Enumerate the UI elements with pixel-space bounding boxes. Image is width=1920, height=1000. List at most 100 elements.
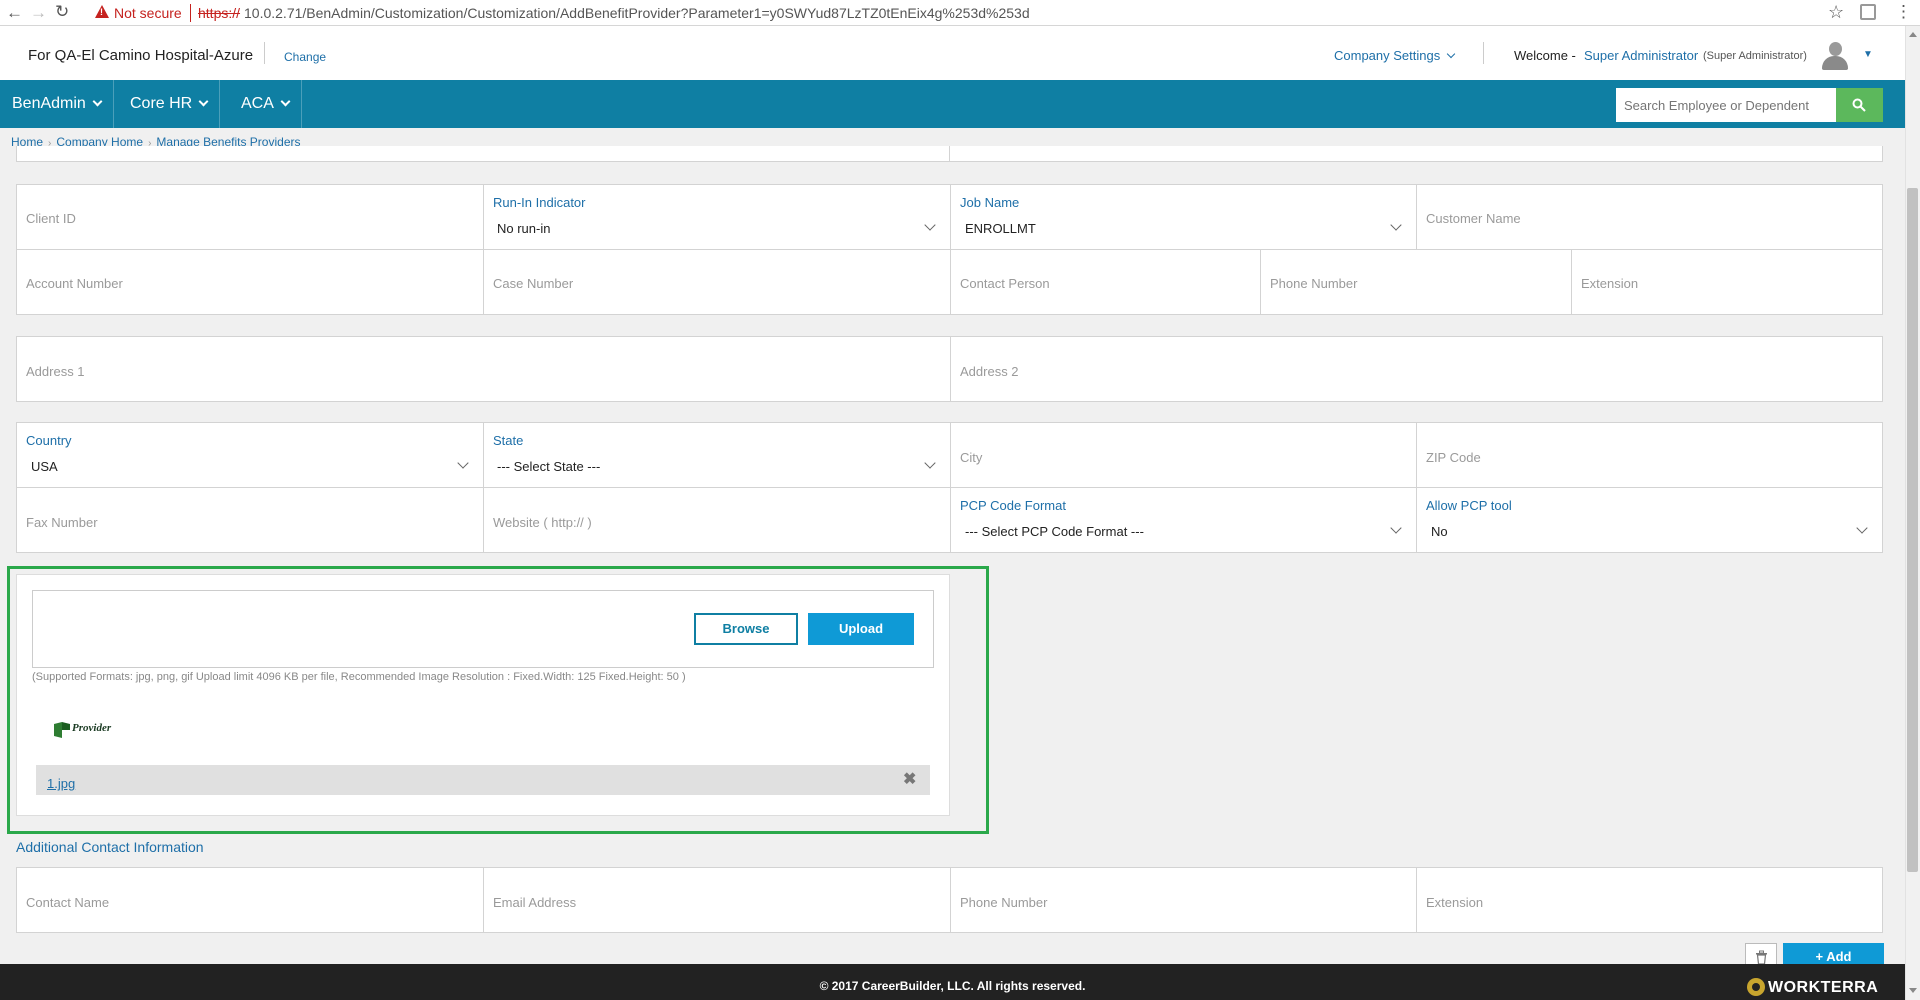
chevron-down-icon bbox=[92, 96, 103, 107]
search-input[interactable] bbox=[1616, 88, 1836, 122]
company-name: For QA-El Camino Hospital-Azure bbox=[28, 47, 254, 64]
allow-pcp-tool-select[interactable]: Allow PCP tool No bbox=[1416, 487, 1883, 553]
user-name-link[interactable]: Super Administrator bbox=[1584, 48, 1698, 63]
chevron-down-icon bbox=[1390, 219, 1402, 231]
job-name-select[interactable]: Job Name ENROLLMT bbox=[950, 184, 1417, 250]
email-address-placeholder: Email Address bbox=[493, 895, 577, 910]
extension-field[interactable]: Extension bbox=[1571, 249, 1883, 315]
search-button[interactable] bbox=[1836, 88, 1883, 122]
menu-icon[interactable]: ⋮ bbox=[1895, 2, 1912, 22]
zip-code-field[interactable]: ZIP Code bbox=[1416, 422, 1883, 488]
contact-name-field[interactable]: Contact Name bbox=[16, 867, 484, 933]
nav-label: Core HR bbox=[130, 95, 193, 112]
contact-name-placeholder: Contact Name bbox=[26, 895, 110, 910]
change-company-link[interactable]: Change bbox=[284, 50, 326, 64]
run-in-indicator-select[interactable]: Run-In Indicator No run-in bbox=[483, 184, 951, 250]
scroll-down-icon[interactable] bbox=[1909, 988, 1917, 993]
additional-contact-title: Additional Contact Information bbox=[16, 839, 204, 855]
job-name-value: ENROLLMT bbox=[965, 221, 1036, 236]
provider-logo-text: Provider bbox=[72, 722, 112, 734]
fax-number-placeholder: Fax Number bbox=[26, 515, 98, 530]
chevron-down-icon bbox=[924, 219, 936, 231]
state-label: State bbox=[493, 433, 524, 448]
email-address-field[interactable]: Email Address bbox=[483, 867, 951, 933]
pcp-code-format-select[interactable]: PCP Code Format --- Select PCP Code Forma… bbox=[950, 487, 1417, 553]
phone-number-field[interactable]: Phone Number bbox=[1260, 249, 1572, 315]
address2-placeholder: Address 2 bbox=[960, 364, 1019, 379]
contact-person-field[interactable]: Contact Person bbox=[950, 249, 1261, 315]
case-number-field[interactable]: Case Number bbox=[483, 249, 951, 315]
url-text[interactable]: 10.0.2.71/BenAdmin/Customization/Customi… bbox=[244, 5, 1030, 21]
header-divider bbox=[264, 42, 265, 64]
upload-button[interactable]: Upload bbox=[808, 613, 914, 645]
city-field[interactable]: City bbox=[950, 422, 1417, 488]
nav-label: BenAdmin bbox=[12, 95, 86, 112]
chevron-down-icon bbox=[457, 457, 469, 469]
star-icon[interactable]: ☆ bbox=[1828, 2, 1844, 23]
fax-number-field[interactable]: Fax Number bbox=[16, 487, 484, 553]
city-placeholder: City bbox=[960, 450, 983, 465]
contact-extension-field[interactable]: Extension bbox=[1416, 867, 1883, 933]
run-in-label: Run-In Indicator bbox=[493, 195, 586, 210]
not-secure-label[interactable]: Not secure bbox=[114, 5, 182, 21]
chevron-down-icon bbox=[1446, 49, 1456, 59]
zip-code-placeholder: ZIP Code bbox=[1426, 450, 1481, 465]
back-icon[interactable]: ← bbox=[6, 3, 23, 23]
client-id-placeholder: Client ID bbox=[26, 211, 76, 226]
run-in-value: No run-in bbox=[497, 221, 551, 236]
forward-icon[interactable]: → bbox=[30, 3, 47, 23]
customer-name-placeholder: Customer Name bbox=[1426, 211, 1521, 226]
country-label: Country bbox=[26, 433, 72, 448]
nav-aca[interactable]: ACA bbox=[229, 80, 302, 128]
website-field[interactable]: Website ( http:// ) bbox=[483, 487, 951, 553]
header-divider bbox=[1483, 42, 1484, 64]
contact-phone-placeholder: Phone Number bbox=[960, 895, 1048, 910]
url-divider bbox=[190, 4, 191, 22]
allow-pcp-label: Allow PCP tool bbox=[1426, 498, 1512, 513]
extension-placeholder: Extension bbox=[1581, 276, 1639, 291]
state-value: --- Select State --- bbox=[497, 459, 601, 474]
job-name-label: Job Name bbox=[960, 195, 1020, 210]
country-select[interactable]: Country USA bbox=[16, 422, 484, 488]
file-drop-area[interactable] bbox=[32, 590, 934, 668]
chevron-down-icon bbox=[280, 96, 291, 107]
state-select[interactable]: State --- Select State --- bbox=[483, 422, 951, 488]
user-role: (Super Administrator) bbox=[1703, 50, 1807, 62]
copyright-text: © 2017 CareerBuilder, LLC. All rights re… bbox=[819, 979, 1086, 993]
country-value: USA bbox=[31, 459, 58, 474]
address1-field[interactable]: Address 1 bbox=[16, 336, 951, 402]
chevron-down-icon bbox=[198, 96, 209, 107]
uploaded-file-link[interactable]: 1.jpg bbox=[47, 776, 75, 791]
contact-extension-placeholder: Extension bbox=[1426, 895, 1484, 910]
welcome-text: Welcome - bbox=[1514, 48, 1576, 63]
nav-label: ACA bbox=[241, 95, 274, 112]
scroll-up-icon[interactable] bbox=[1909, 32, 1917, 37]
account-number-field[interactable]: Account Number bbox=[16, 249, 484, 315]
form-row-partial bbox=[16, 146, 950, 162]
url-scheme[interactable]: https:// bbox=[198, 5, 240, 21]
address2-field[interactable]: Address 2 bbox=[950, 336, 1883, 402]
address1-placeholder: Address 1 bbox=[26, 364, 85, 379]
close-icon[interactable]: ✖ bbox=[903, 769, 916, 789]
nav-benadmin[interactable]: BenAdmin bbox=[0, 80, 114, 128]
nav-core-hr[interactable]: Core HR bbox=[118, 80, 221, 128]
extension-icon[interactable] bbox=[1860, 4, 1876, 20]
client-id-field[interactable]: Client ID bbox=[16, 184, 484, 250]
reload-icon[interactable]: ↻ bbox=[55, 2, 69, 22]
customer-name-field[interactable]: Customer Name bbox=[1416, 184, 1883, 250]
contact-phone-field[interactable]: Phone Number bbox=[950, 867, 1417, 933]
browse-button[interactable]: Browse bbox=[694, 613, 798, 645]
allow-pcp-value: No bbox=[1431, 524, 1448, 539]
provider-logo-mark bbox=[54, 722, 70, 738]
website-placeholder: Website ( http:// ) bbox=[493, 515, 592, 530]
pcp-code-label: PCP Code Format bbox=[960, 498, 1066, 513]
workterra-logo-text: WORKTERRA bbox=[1768, 979, 1879, 996]
provider-logo-image: Provider bbox=[52, 718, 142, 742]
scrollbar-thumb[interactable] bbox=[1907, 188, 1918, 872]
user-menu-caret-icon[interactable]: ▼ bbox=[1863, 49, 1873, 60]
form-row-partial bbox=[949, 146, 1883, 162]
company-settings-menu[interactable]: Company Settings bbox=[1334, 48, 1456, 63]
avatar-icon[interactable] bbox=[1821, 42, 1849, 72]
workterra-logo-icon bbox=[1747, 978, 1765, 996]
trash-icon bbox=[1756, 950, 1767, 965]
